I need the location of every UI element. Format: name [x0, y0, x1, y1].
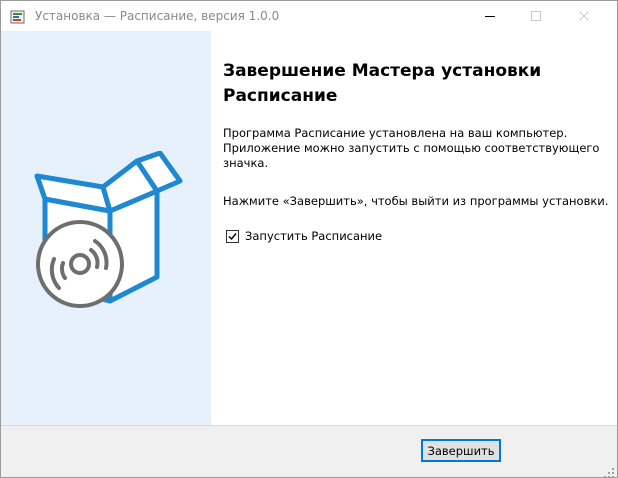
checkmark-icon — [228, 232, 237, 240]
minimize-icon — [485, 11, 495, 21]
launch-app-option[interactable]: Запустить Расписание — [226, 228, 382, 244]
close-button[interactable] — [561, 1, 607, 31]
instruction-line: Нажмите «Завершить», чтобы выйти из прог… — [223, 194, 609, 208]
message-line: Программа Расписание установлена на ваш … — [223, 126, 568, 140]
page-title: Завершение Мастера установки Расписание — [223, 59, 603, 109]
window-title: Установка — Расписание, версия 1.0.0 — [35, 9, 280, 23]
title-bar[interactable]: Установка — Расписание, версия 1.0.0 — [1, 1, 617, 31]
wizard-content: Завершение Мастера установки Расписание … — [211, 31, 617, 425]
launch-app-checkbox[interactable] — [226, 229, 239, 243]
resize-grip-icon[interactable] — [603, 464, 615, 477]
message-line: значка. — [223, 156, 269, 170]
maximize-button[interactable] — [513, 1, 559, 31]
software-box-disc-icon — [25, 150, 190, 315]
installer-window: Установка — Расписание, версия 1.0.0 Зав… — [0, 0, 618, 478]
close-icon — [579, 11, 589, 21]
message-line: Приложение можно запустить с помощью соо… — [223, 141, 600, 155]
finish-instruction: Нажмите «Завершить», чтобы выйти из прог… — [223, 194, 608, 209]
installer-app-icon — [10, 9, 26, 25]
maximize-icon — [531, 11, 541, 21]
page-title-line: Завершение Мастера установки — [223, 61, 542, 81]
finish-button[interactable]: Завершить — [421, 439, 501, 462]
page-title-line: Расписание — [223, 86, 338, 106]
launch-app-label[interactable]: Запустить Расписание — [245, 229, 382, 243]
minimize-button[interactable] — [467, 1, 513, 31]
install-complete-message: Программа Расписание установлена на ваш … — [223, 126, 608, 171]
wizard-footer: Завершить — [1, 425, 617, 477]
wizard-side-panel — [1, 31, 211, 425]
